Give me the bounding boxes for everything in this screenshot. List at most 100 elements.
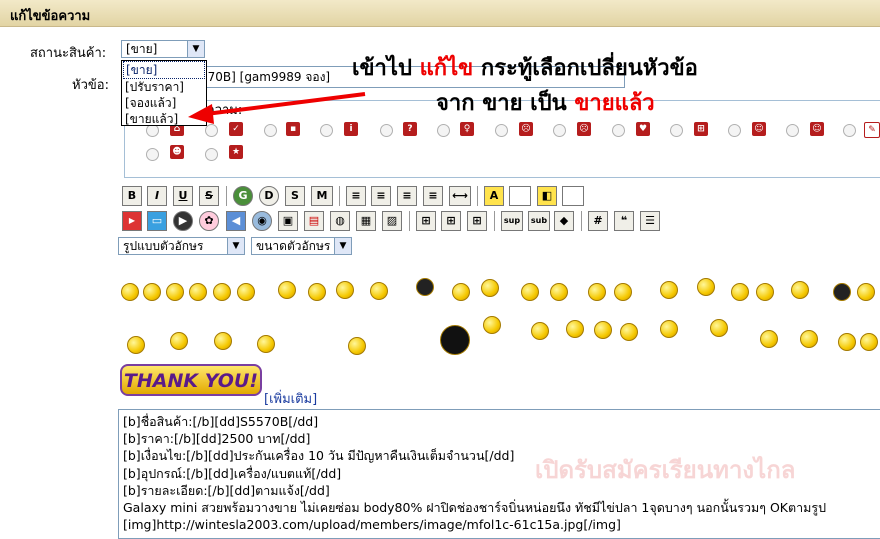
play-icon[interactable]: ▶	[173, 211, 193, 231]
tv-icon[interactable]: ▭	[147, 211, 167, 231]
post-icon-radio[interactable]	[553, 124, 566, 137]
chevron-down-icon[interactable]: ▼	[334, 238, 351, 254]
smiley-icon[interactable]	[594, 321, 612, 339]
post-icon-radio[interactable]	[670, 124, 683, 137]
smiley-icon[interactable]	[857, 283, 875, 301]
glow-button[interactable]: G	[233, 186, 253, 206]
hr-icon[interactable]: ⟷	[449, 186, 471, 206]
table-3-icon[interactable]: ⊞	[467, 211, 487, 231]
smiley-icon[interactable]	[697, 278, 715, 296]
globe-link-icon[interactable]: ◍	[330, 211, 350, 231]
youtube-icon[interactable]: ▶	[122, 211, 142, 231]
status-option[interactable]: [ขาย]	[123, 61, 205, 79]
smiley-icon[interactable]	[550, 283, 568, 301]
post-icon-radio[interactable]	[205, 148, 218, 161]
font-family-select[interactable]: รูปแบบตัวอักษร ▼	[118, 237, 245, 255]
smiley-icon[interactable]	[620, 323, 638, 341]
italic-button[interactable]: I	[147, 186, 167, 206]
flash-icon[interactable]: ✿	[199, 211, 219, 231]
smiley-icon[interactable]	[166, 283, 184, 301]
post-icon-radio[interactable]	[380, 124, 393, 137]
bg-color-swatch[interactable]	[562, 186, 584, 206]
toolbar-separator	[409, 211, 410, 231]
smiley-icon[interactable]	[189, 283, 207, 301]
smiley-icon[interactable]	[348, 337, 366, 355]
smiley-icon[interactable]	[760, 330, 778, 348]
pdf-icon[interactable]: ▤	[304, 211, 324, 231]
status-select[interactable]: [ขาย] ▼	[121, 40, 205, 58]
align-right-icon[interactable]: ≡	[423, 186, 443, 206]
smiley-icon[interactable]	[838, 333, 856, 351]
strike-button[interactable]: S	[199, 186, 219, 206]
chevron-down-icon[interactable]: ▼	[227, 238, 244, 254]
align-left-icon[interactable]: ≡	[346, 186, 366, 206]
bg-color-icon[interactable]: ◧	[537, 186, 557, 206]
smiley-icon[interactable]	[521, 283, 539, 301]
smiley-icon[interactable]	[756, 283, 774, 301]
subscript-icon[interactable]: sub	[528, 211, 550, 231]
smiley-icon[interactable]	[257, 335, 275, 353]
smiley-icon[interactable]	[483, 316, 501, 334]
table-2-icon[interactable]: ⊞	[441, 211, 461, 231]
chevron-down-icon[interactable]: ▼	[187, 41, 204, 57]
heart-icon: ♥	[636, 122, 650, 136]
smiley-icon[interactable]	[127, 336, 145, 354]
smiley-icon[interactable]	[237, 283, 255, 301]
smiley-icon[interactable]	[440, 325, 470, 355]
smiley-icon[interactable]	[588, 283, 606, 301]
more-smilies-link[interactable]: [เพิ่มเติม]	[264, 388, 317, 409]
hash-icon[interactable]: #	[588, 211, 608, 231]
quote-icon[interactable]: ❝	[614, 211, 634, 231]
smiley-icon[interactable]	[452, 283, 470, 301]
post-icon-radio[interactable]	[612, 124, 625, 137]
smiley-icon[interactable]	[660, 320, 678, 338]
post-icon-radio[interactable]	[437, 124, 450, 137]
smiley-icon[interactable]	[791, 281, 809, 299]
smiley-icon[interactable]	[531, 322, 549, 340]
smiley-icon[interactable]	[710, 319, 728, 337]
media-player-icon[interactable]: ◉	[252, 211, 272, 231]
smiley-icon[interactable]	[308, 283, 326, 301]
sound-icon[interactable]: ◀	[226, 211, 246, 231]
smiley-icon[interactable]	[214, 332, 232, 350]
subscript-style-button[interactable]: S	[285, 186, 305, 206]
post-icon-radio[interactable]	[786, 124, 799, 137]
smiley-icon[interactable]	[278, 281, 296, 299]
superscript-icon[interactable]: sup	[501, 211, 523, 231]
post-icon-radio[interactable]	[495, 124, 508, 137]
smiley-icon[interactable]	[121, 283, 139, 301]
code-icon[interactable]: ◆	[554, 211, 574, 231]
underline-button[interactable]: U	[173, 186, 193, 206]
smiley-icon[interactable]	[370, 282, 388, 300]
smiley-icon[interactable]	[566, 320, 584, 338]
list-icon[interactable]: ☰	[640, 211, 660, 231]
shadow-button[interactable]: D	[259, 186, 279, 206]
align-center-icon[interactable]: ≡	[397, 186, 417, 206]
gallery-icon[interactable]: ▦	[356, 211, 376, 231]
upload-icon[interactable]: ▨	[382, 211, 402, 231]
font-size-select[interactable]: ขนาดตัวอักษร ▼	[251, 237, 352, 255]
smiley-icon[interactable]	[416, 278, 434, 296]
smiley-icon[interactable]	[481, 279, 499, 297]
align-left-2-icon[interactable]: ≡	[371, 186, 391, 206]
smiley-icon[interactable]	[143, 283, 161, 301]
smiley-icon[interactable]	[660, 281, 678, 299]
smiley-icon[interactable]	[614, 283, 632, 301]
image-icon[interactable]: ▣	[278, 211, 298, 231]
smiley-icon[interactable]	[336, 281, 354, 299]
smiley-icon[interactable]	[833, 283, 851, 301]
thank-you-smiley[interactable]: THANK YOU!	[120, 364, 262, 396]
post-icon-radio[interactable]	[843, 124, 856, 137]
table-icon[interactable]: ⊞	[416, 211, 436, 231]
bold-button[interactable]: B	[122, 186, 142, 206]
font-color-icon[interactable]: A	[484, 186, 504, 206]
smiley-icon[interactable]	[860, 333, 878, 351]
smiley-icon[interactable]	[170, 332, 188, 350]
smiley-icon[interactable]	[800, 330, 818, 348]
post-icon-radio[interactable]	[146, 148, 159, 161]
post-icon-radio[interactable]	[728, 124, 741, 137]
smiley-icon[interactable]	[731, 283, 749, 301]
marquee-button[interactable]: M	[311, 186, 333, 206]
smiley-icon[interactable]	[213, 283, 231, 301]
font-color-swatch[interactable]	[509, 186, 531, 206]
